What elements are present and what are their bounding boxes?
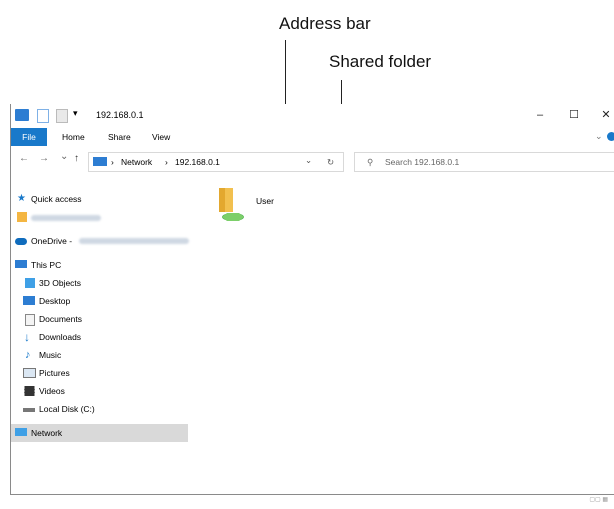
sidebar-item-music[interactable]: ♪ Music bbox=[11, 346, 188, 364]
corner-watermark: ▢▢ ▦ bbox=[589, 497, 608, 503]
address-dropdown-icon[interactable]: ⌄ bbox=[305, 151, 312, 169]
sidebar-item-pictures[interactable]: Pictures bbox=[11, 364, 188, 382]
music-icon: ♪ bbox=[25, 349, 31, 361]
shared-folder-item[interactable]: User bbox=[211, 186, 311, 228]
computer-icon bbox=[15, 109, 29, 121]
recent-locations-button[interactable]: ⌄ bbox=[60, 151, 68, 162]
title-bar: ▾ 192.168.0.1 – ☐ ✕ bbox=[11, 104, 614, 128]
blurred-label bbox=[31, 214, 101, 221]
tab-view[interactable]: View bbox=[152, 132, 170, 142]
qa-dropdown-icon[interactable]: ▾ bbox=[73, 108, 78, 120]
sidebar-item-creative-cloud[interactable] bbox=[11, 208, 188, 226]
refresh-icon[interactable]: ↻ bbox=[327, 153, 334, 171]
sidebar-item-onedrive[interactable]: OneDrive - bbox=[11, 232, 189, 250]
video-icon bbox=[24, 386, 35, 396]
properties-icon[interactable] bbox=[37, 109, 49, 123]
sidebar-item-documents[interactable]: Documents bbox=[11, 310, 188, 328]
shared-folder-callout: Shared folder bbox=[329, 52, 432, 71]
sidebar-item-network[interactable]: Network bbox=[11, 424, 188, 442]
computer-icon bbox=[93, 157, 107, 166]
breadcrumb-separator-icon[interactable]: › bbox=[165, 153, 168, 171]
file-explorer-window: ▾ 192.168.0.1 – ☐ ✕ File Home Share View… bbox=[10, 104, 614, 495]
navigation-bar: ← → ⌄ ↑ › Network › 192.168.0.1 ⌄ ↻ ⚲ Se… bbox=[11, 150, 614, 172]
close-button[interactable]: ✕ bbox=[591, 106, 614, 124]
folder-icon bbox=[17, 212, 27, 222]
blurred-label bbox=[79, 238, 189, 244]
picture-icon bbox=[23, 368, 36, 378]
sidebar-item-local-disk[interactable]: Local Disk (C:) bbox=[11, 400, 188, 418]
search-box[interactable]: ⚲ Search 192.168.0.1 bbox=[354, 152, 614, 172]
breadcrumb-separator-icon[interactable]: › bbox=[111, 153, 114, 171]
sidebar-item-3d-objects[interactable]: 3D Objects bbox=[11, 274, 188, 292]
tab-share[interactable]: Share bbox=[108, 132, 131, 142]
sidebar-item-downloads[interactable]: ↓ Downloads bbox=[11, 328, 188, 346]
cloud-icon bbox=[15, 238, 27, 245]
drive-icon bbox=[23, 408, 35, 412]
navigation-pane: ★ Quick access OneDrive - This PC 3D Obj… bbox=[11, 184, 189, 494]
maximize-button[interactable]: ☐ bbox=[559, 106, 589, 124]
sidebar-item-this-pc[interactable]: This PC bbox=[11, 256, 188, 274]
search-input[interactable]: Search 192.168.0.1 bbox=[385, 153, 459, 171]
ribbon-tabs: File Home Share View ⌄ bbox=[11, 128, 614, 146]
download-icon: ↓ bbox=[24, 330, 30, 344]
star-icon: ★ bbox=[17, 193, 26, 204]
ribbon-expand-icon[interactable]: ⌄ bbox=[595, 131, 603, 142]
new-folder-icon[interactable] bbox=[56, 109, 68, 123]
content-pane: User bbox=[201, 184, 611, 484]
address-bar[interactable]: › Network › 192.168.0.1 ⌄ ↻ bbox=[88, 152, 344, 172]
sidebar-item-quick-access[interactable]: ★ Quick access bbox=[11, 190, 188, 208]
back-button[interactable]: ← bbox=[19, 153, 29, 164]
desktop-icon bbox=[23, 296, 35, 305]
document-icon bbox=[25, 314, 35, 326]
tab-home[interactable]: Home bbox=[62, 132, 85, 142]
search-icon: ⚲ bbox=[367, 157, 374, 167]
window-title: 192.168.0.1 bbox=[96, 110, 144, 120]
tab-file[interactable]: File bbox=[11, 128, 47, 146]
computer-icon bbox=[15, 260, 27, 268]
folder-label: User bbox=[256, 196, 274, 206]
forward-button[interactable]: → bbox=[39, 153, 49, 164]
shared-folder-icon bbox=[219, 188, 244, 221]
address-bar-callout: Address bar bbox=[279, 14, 371, 33]
minimize-button[interactable]: – bbox=[525, 106, 555, 124]
sidebar-item-videos[interactable]: Videos bbox=[11, 382, 188, 400]
up-button[interactable]: ↑ bbox=[74, 153, 79, 164]
help-icon[interactable] bbox=[607, 132, 614, 141]
breadcrumb-host[interactable]: 192.168.0.1 bbox=[175, 153, 220, 171]
network-icon bbox=[15, 428, 27, 436]
cube-icon bbox=[25, 278, 35, 288]
sidebar-item-desktop[interactable]: Desktop bbox=[11, 292, 188, 310]
breadcrumb-network[interactable]: Network bbox=[121, 153, 152, 171]
